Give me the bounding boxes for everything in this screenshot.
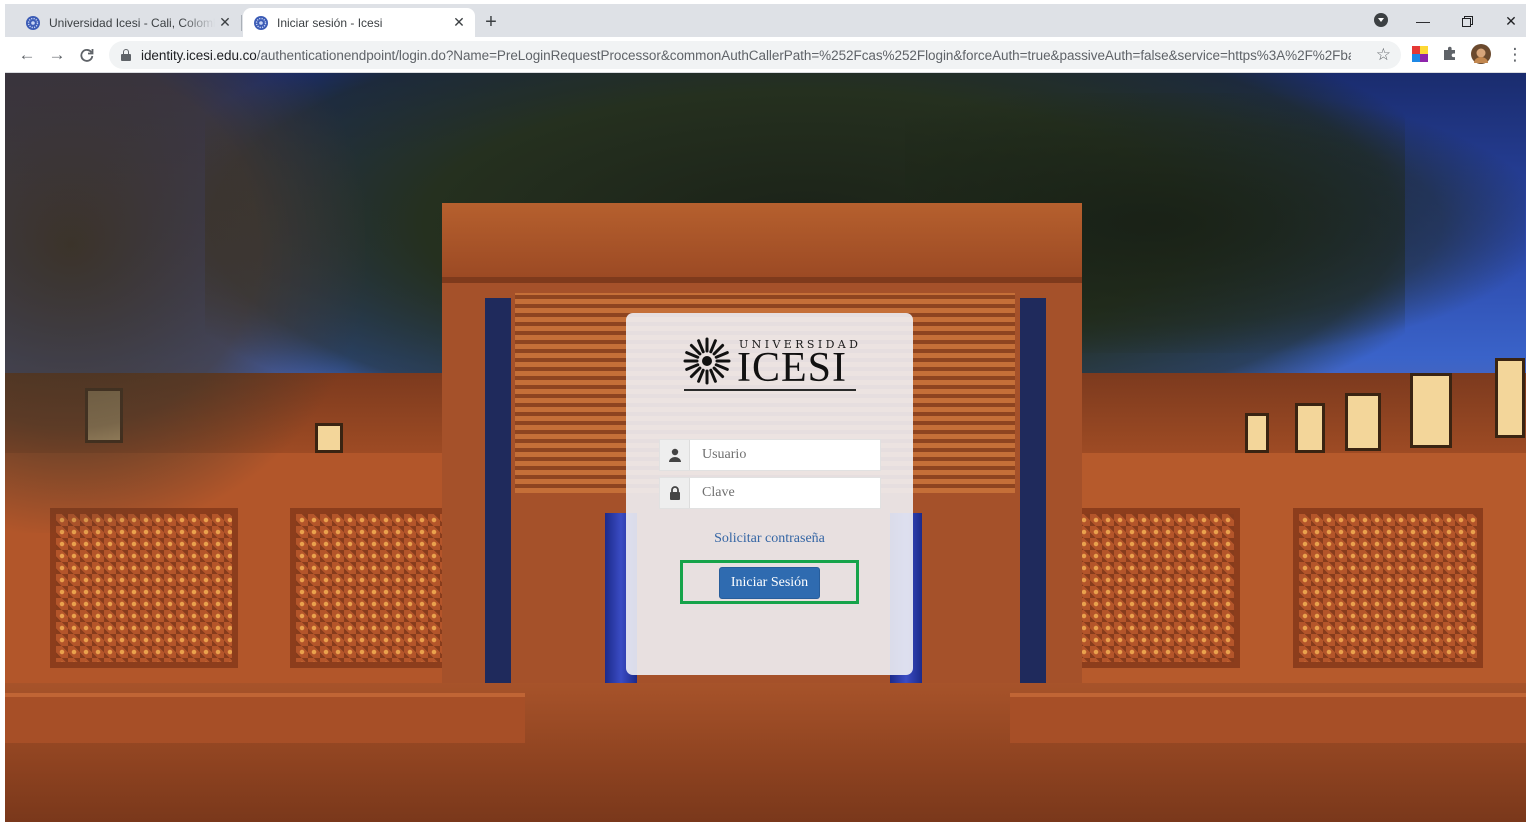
user-icon — [660, 440, 690, 470]
background-pillar — [1020, 298, 1046, 698]
tab-title: Iniciar sesión - Icesi — [277, 15, 383, 30]
tab-separator — [241, 15, 242, 31]
background-pillar — [485, 298, 511, 698]
color-extension-icon[interactable] — [1411, 45, 1429, 63]
logo-title: ICESI — [737, 345, 847, 391]
kebab-menu-icon[interactable]: ⋮ — [1501, 41, 1526, 69]
background-window — [1295, 403, 1325, 453]
address-bar[interactable]: identity.icesi.edu.co/authenticationendp… — [109, 41, 1401, 69]
close-icon[interactable]: ✕ — [215, 13, 235, 33]
puzzle-icon[interactable] — [1441, 45, 1459, 63]
minimize-icon[interactable]: — — [1403, 6, 1443, 36]
avatar[interactable] — [1471, 44, 1491, 64]
background-planter — [1010, 693, 1526, 743]
url-path: /authenticationendpoint/login.do?Name=Pr… — [256, 47, 1351, 63]
star-icon[interactable]: ☆ — [1376, 45, 1391, 65]
tab-search-icon[interactable] — [1374, 13, 1388, 27]
login-button[interactable]: Iniciar Sesión — [719, 567, 820, 599]
browser-toolbar: ← → identity.icesi.edu.co/authentication… — [5, 37, 1526, 73]
background-window — [1345, 393, 1381, 451]
arrow-left-icon[interactable]: ← — [13, 41, 41, 69]
restore-icon[interactable] — [1447, 6, 1487, 36]
arrow-right-icon[interactable]: → — [43, 41, 71, 69]
request-password-link[interactable]: Solicitar contraseña — [626, 531, 913, 547]
tab-iniciar-sesion[interactable]: Iniciar sesión - Icesi ✕ — [243, 8, 475, 37]
icesi-seal-icon — [683, 337, 731, 385]
background-planter — [5, 693, 525, 743]
username-input[interactable] — [690, 440, 880, 470]
close-icon[interactable]: ✕ — [1491, 6, 1526, 36]
background-lattice — [1293, 508, 1483, 668]
tab-universidad-icesi[interactable]: Universidad Icesi - Cali, Colombia ✕ — [15, 8, 241, 37]
login-page: UNIVERSIDAD ICESI Solicitar contraseña I… — [5, 73, 1526, 822]
reload-icon[interactable] — [73, 41, 101, 69]
lock-icon[interactable] — [121, 49, 131, 61]
background-roof — [1060, 373, 1526, 453]
tab-strip: Universidad Icesi - Cali, Colombia ✕ Ini… — [5, 4, 1526, 37]
background-window — [1245, 413, 1269, 453]
close-icon[interactable]: ✕ — [449, 13, 469, 33]
password-input[interactable] — [690, 478, 880, 508]
lock-icon — [660, 478, 690, 508]
background-gate-top — [442, 203, 1082, 283]
username-field — [659, 439, 881, 471]
background-palm — [5, 73, 365, 533]
background-lattice — [1060, 508, 1240, 668]
background-window — [1410, 373, 1452, 448]
url-host: identity.icesi.edu.co — [141, 47, 257, 63]
tab-title: Universidad Icesi - Cali, Colombia — [49, 15, 215, 30]
icesi-favicon-icon — [26, 15, 40, 30]
logo-underline — [684, 389, 856, 391]
background-window — [1495, 358, 1525, 438]
icesi-logo: UNIVERSIDAD ICESI — [683, 335, 859, 393]
password-field — [659, 477, 881, 509]
url-text[interactable]: identity.icesi.edu.co/authenticationendp… — [141, 48, 1351, 63]
plus-icon[interactable]: + — [479, 10, 503, 34]
icesi-favicon-icon — [254, 15, 268, 30]
login-panel: UNIVERSIDAD ICESI Solicitar contraseña I… — [626, 313, 913, 675]
